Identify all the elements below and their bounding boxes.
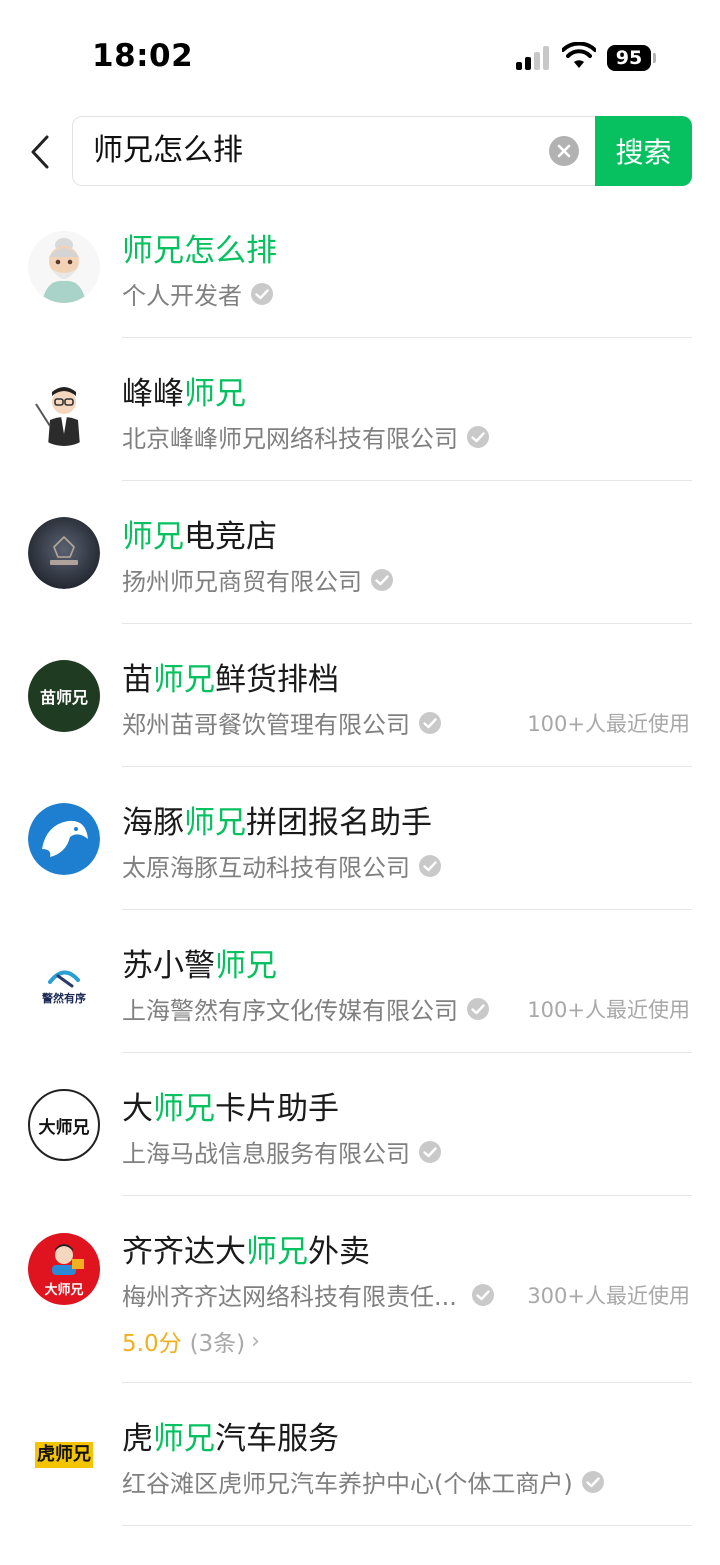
- result-item[interactable]: 警然有序 苏小警师兄 上海警然有序文化传媒有限公司 100+人最近使用: [0, 910, 720, 1053]
- avatar-logo-text: 警然有序: [42, 992, 86, 1005]
- results-list: 师兄怎么排 个人开发者 峰峰师兄 北京峰峰师兄网络科技有限公司 师兄电竞店 扬州…: [0, 195, 720, 1526]
- dolphin-logo-avatar: [28, 803, 100, 875]
- verified-badge-icon: [419, 854, 441, 877]
- recent-usage: 100+人最近使用: [527, 712, 690, 736]
- result-developer: 上海马战信息服务有限公司: [122, 1134, 442, 1169]
- verified-badge-icon: [581, 1470, 604, 1493]
- divider: [122, 1525, 692, 1526]
- verified-badge-icon: [467, 425, 489, 448]
- avatar-logo-text: 虎师兄: [35, 1442, 93, 1468]
- verified-badge-icon: [419, 711, 441, 734]
- cellular-signal-icon: [516, 46, 552, 70]
- result-developer: 太原海豚互动科技有限公司: [122, 848, 442, 883]
- status-bar: 18:02 95: [0, 0, 720, 110]
- verified-badge-icon: [371, 568, 393, 591]
- result-name: 师兄怎么排: [122, 233, 277, 269]
- rating-score: 5.0分: [122, 1331, 182, 1357]
- result-developer: 郑州苗哥餐饮管理有限公司: [122, 705, 442, 740]
- rating-count: (3条): [189, 1331, 246, 1357]
- avatar-logo-text: 大师兄: [44, 1283, 84, 1298]
- rating-link[interactable]: 5.0分 (3条) ›: [122, 1324, 260, 1358]
- result-item[interactable]: 海豚师兄拼团报名助手 太原海豚互动科技有限公司: [0, 767, 720, 910]
- recent-usage: 100+人最近使用: [527, 998, 690, 1022]
- result-name: 苏小警师兄: [122, 948, 277, 984]
- search-button[interactable]: 搜索: [595, 116, 692, 186]
- verified-badge-icon: [251, 282, 273, 305]
- result-item[interactable]: 大师兄 大师兄卡片助手 上海马战信息服务有限公司: [0, 1053, 720, 1196]
- result-name: 大师兄卡片助手: [122, 1091, 339, 1127]
- result-name: 峰峰师兄: [122, 376, 246, 412]
- delivery-rider-logo-avatar: 大师兄: [28, 1233, 100, 1305]
- chevron-right-icon: ›: [251, 1328, 260, 1354]
- chevron-left-icon: [31, 135, 49, 169]
- result-item[interactable]: 大师兄 齐齐达大师兄外卖 梅州齐齐达网络科技有限责任... 300+人最近使用 …: [0, 1196, 720, 1383]
- old-master-cartoon-avatar: [28, 231, 100, 303]
- back-button[interactable]: [20, 128, 60, 176]
- result-developer: 上海警然有序文化传媒有限公司: [122, 991, 490, 1026]
- avatar-logo-text: 苗师兄: [39, 688, 88, 707]
- hu-shixiong-logo-avatar: 虎师兄: [28, 1419, 100, 1491]
- clear-search-button[interactable]: [549, 136, 579, 166]
- recent-usage: 300+人最近使用: [527, 1284, 690, 1308]
- battery-tip: [653, 53, 656, 63]
- result-name: 海豚师兄拼团报名助手: [122, 805, 432, 841]
- teacher-cartoon-avatar: [28, 374, 100, 446]
- result-developer: 扬州师兄商贸有限公司: [122, 562, 394, 597]
- result-developer: 红谷滩区虎师兄汽车养护中心(个体工商户): [122, 1464, 605, 1499]
- result-name: 师兄电竞店: [122, 519, 277, 555]
- result-developer: 梅州齐齐达网络科技有限责任...: [122, 1277, 495, 1312]
- result-item[interactable]: 虎师兄 虎师兄汽车服务 红谷滩区虎师兄汽车养护中心(个体工商户): [0, 1383, 720, 1526]
- jingran-emblem: [48, 970, 80, 988]
- close-icon: [557, 144, 571, 158]
- result-item[interactable]: 苗师兄 苗师兄鲜货排档 郑州苗哥餐饮管理有限公司 100+人最近使用: [0, 624, 720, 767]
- result-name: 齐齐达大师兄外卖: [122, 1234, 370, 1270]
- result-developer: 北京峰峰师兄网络科技有限公司: [122, 419, 490, 454]
- verified-badge-icon: [419, 1140, 441, 1163]
- status-time: 18:02: [92, 38, 194, 74]
- miao-shixiong-logo-avatar: 苗师兄: [28, 660, 100, 732]
- result-name: 虎师兄汽车服务: [122, 1421, 339, 1457]
- verified-badge-icon: [471, 1283, 494, 1306]
- result-name: 苗师兄鲜货排档: [122, 662, 339, 698]
- wifi-icon: [562, 42, 596, 68]
- verified-badge-icon: [467, 997, 489, 1020]
- result-developer: 个人开发者: [122, 276, 274, 311]
- result-item[interactable]: 师兄怎么排 个人开发者: [0, 195, 720, 338]
- avatar-logo-text: 大师兄: [38, 1117, 90, 1138]
- result-item[interactable]: 师兄电竞店 扬州师兄商贸有限公司: [0, 481, 720, 624]
- battery-icon: 95: [607, 45, 651, 71]
- jingran-logo-avatar: 警然有序: [28, 946, 100, 1018]
- esports-logo-avatar: [28, 517, 100, 589]
- result-item[interactable]: 峰峰师兄 北京峰峰师兄网络科技有限公司: [0, 338, 720, 481]
- da-shixiong-logo-avatar: 大师兄: [28, 1089, 100, 1161]
- search-input[interactable]: [93, 117, 533, 185]
